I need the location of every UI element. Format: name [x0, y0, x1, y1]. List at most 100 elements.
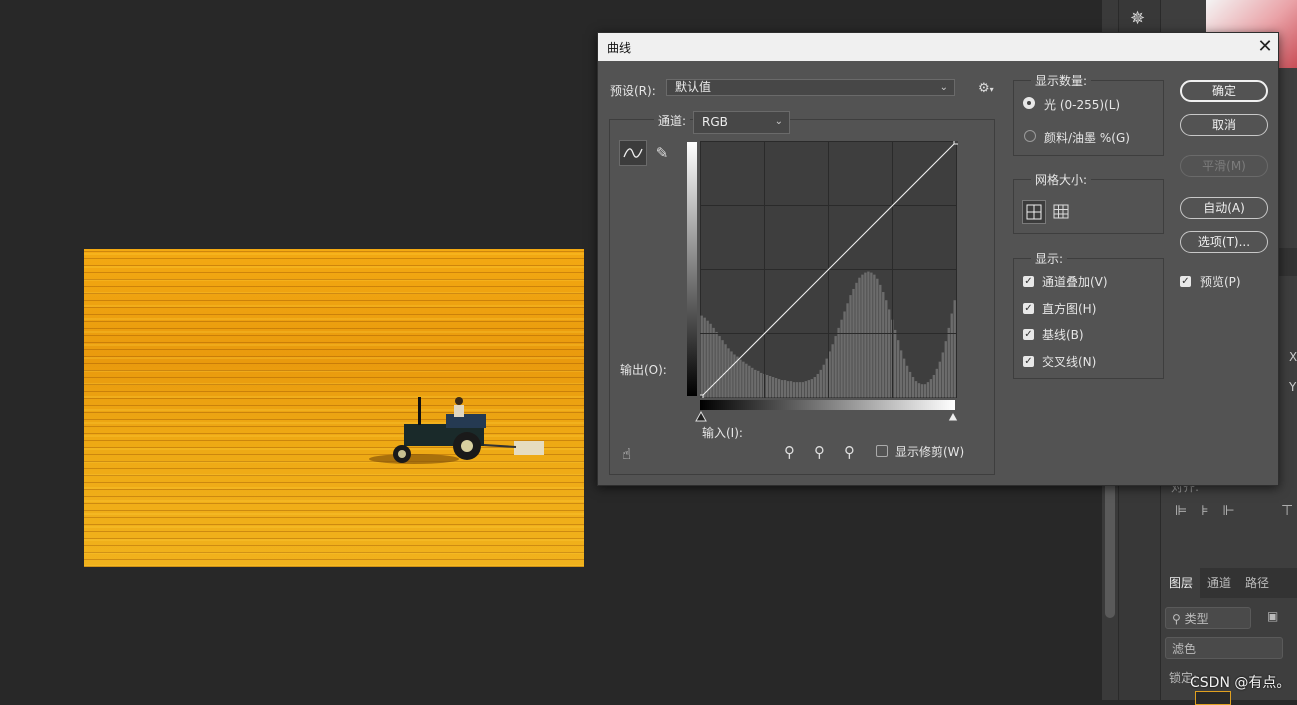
channel-label: 通道:: [654, 112, 691, 129]
pencil-icon[interactable]: ✎: [649, 141, 675, 165]
histogram-bar: [813, 377, 816, 398]
light-radio[interactable]: [1023, 97, 1035, 109]
settings-wheel-icon[interactable]: ✵: [1130, 8, 1145, 29]
histogram-bar: [917, 383, 921, 398]
light-radio-label: 光 (0-255)(L): [1044, 98, 1121, 112]
auto-button[interactable]: 自动(A): [1180, 197, 1268, 219]
histogram-bar: [855, 282, 858, 398]
intersection-line-label: 交叉线(N): [1042, 355, 1097, 369]
curve-point-tool[interactable]: [619, 140, 647, 166]
curve-control-point[interactable]: [700, 394, 704, 398]
distribute-icon[interactable]: ⊤: [1281, 503, 1293, 519]
preset-value: 默认值: [675, 80, 712, 94]
tab-channels[interactable]: 通道: [1200, 568, 1238, 598]
histogram-bar: [893, 329, 897, 398]
input-gradient-bar: [700, 400, 955, 410]
histogram-bar: [739, 359, 742, 398]
histogram-bar: [718, 336, 721, 398]
histogram-bar: [885, 300, 888, 398]
image-filter-icon[interactable]: ▣: [1267, 609, 1278, 623]
histogram-bar: [786, 381, 790, 398]
histogram-label: 直方图(H): [1042, 302, 1097, 316]
canvas-image[interactable]: [84, 249, 584, 567]
baseline-checkbox[interactable]: ✓: [1023, 329, 1034, 340]
layer-thumbnail[interactable]: [1195, 691, 1231, 705]
grid-size-title: 网格大小:: [1031, 171, 1092, 188]
blend-mode-value: 滤色: [1172, 642, 1197, 656]
histogram-bar: [703, 317, 706, 398]
histogram-bar: [715, 331, 718, 398]
pigment-radio-label: 颜料/油墨 %(G): [1044, 131, 1130, 145]
white-point-slider[interactable]: [947, 411, 959, 423]
histogram-bar: [926, 382, 930, 398]
chevron-down-icon: ⌄: [774, 116, 783, 127]
histogram-bar: [789, 381, 793, 398]
histogram-bar: [870, 272, 873, 398]
scrollbar-thumb[interactable]: [1105, 470, 1115, 618]
preview-label: 预览(P): [1200, 275, 1241, 289]
curve-control-point[interactable]: [953, 141, 958, 145]
intersection-line-checkbox[interactable]: ✓: [1023, 356, 1034, 367]
channel-select[interactable]: RGB ⌄: [693, 111, 790, 134]
histogram-bar: [932, 374, 936, 398]
preset-gear-icon[interactable]: ⚙▾: [978, 81, 994, 96]
histogram-bar: [852, 288, 855, 398]
black-point-slider[interactable]: [695, 411, 707, 423]
curve-icon: [623, 148, 643, 158]
histogram-bar: [798, 382, 802, 398]
histogram-bar: [873, 274, 876, 398]
histogram-bar: [935, 368, 939, 398]
grid-4-icon: [1026, 204, 1042, 220]
chevron-down-icon: ⌄: [939, 82, 948, 93]
histogram-checkbox[interactable]: ✓: [1023, 303, 1034, 314]
histogram-bar: [882, 292, 885, 398]
detailed-grid-button[interactable]: [1050, 200, 1074, 224]
histogram-bar: [771, 377, 775, 398]
histogram-bar: [923, 384, 927, 398]
options-button[interactable]: 选项(T)...: [1180, 231, 1268, 253]
histogram-bar: [754, 369, 757, 398]
histogram-bar: [801, 382, 805, 398]
output-gradient-bar: [687, 142, 697, 396]
histogram-bar: [861, 274, 864, 398]
histogram-bar: [804, 381, 808, 398]
histogram-bar: [768, 375, 772, 398]
align-icons[interactable]: ⊫⊧⊩: [1175, 503, 1249, 519]
close-icon[interactable]: ✕: [1253, 35, 1277, 59]
tab-paths[interactable]: 路径: [1238, 568, 1276, 598]
pigment-radio[interactable]: [1024, 130, 1036, 142]
white-eyedropper-icon[interactable]: ⚲: [844, 443, 855, 461]
gray-eyedropper-icon[interactable]: ⚲: [814, 443, 825, 461]
histogram-bar: [914, 381, 918, 398]
histogram-bar: [757, 370, 760, 398]
histogram-bar: [810, 379, 814, 398]
input-label: 输入(I):: [702, 426, 743, 440]
smooth-button[interactable]: 平滑(M): [1180, 155, 1268, 177]
black-eyedropper-icon[interactable]: ⚲: [784, 443, 795, 461]
channel-overlay-label: 通道叠加(V): [1042, 275, 1108, 289]
histogram-bar: [724, 344, 727, 398]
histogram-bar: [730, 351, 733, 398]
preview-checkbox[interactable]: ✓: [1180, 276, 1191, 287]
histogram-bar: [888, 309, 891, 398]
histogram-bar: [899, 350, 903, 398]
ok-button[interactable]: 确定: [1180, 80, 1268, 102]
layer-kind-filter[interactable]: ⚲ 类型: [1165, 607, 1251, 629]
histogram-bar: [780, 380, 784, 398]
channel-overlay-checkbox[interactable]: ✓: [1023, 276, 1034, 287]
show-clipping-checkbox[interactable]: [876, 445, 888, 457]
histogram-bar: [733, 354, 736, 398]
show-title: 显示:: [1031, 250, 1068, 267]
dialog-titlebar[interactable]: 曲线 ✕: [598, 33, 1278, 61]
histogram-bar: [843, 311, 846, 398]
histogram-bar: [864, 272, 867, 398]
target-adjust-hand-icon[interactable]: ☝: [622, 445, 631, 463]
simple-grid-button[interactable]: [1022, 200, 1046, 224]
tab-layers[interactable]: 图层: [1162, 568, 1201, 598]
blend-mode-select[interactable]: 滤色: [1165, 637, 1283, 659]
cancel-button[interactable]: 取消: [1180, 114, 1268, 136]
histogram-bar: [712, 327, 715, 398]
histogram-bar: [846, 303, 849, 398]
preset-select[interactable]: 默认值 ⌄: [666, 79, 955, 96]
curve-graph[interactable]: [700, 141, 958, 398]
